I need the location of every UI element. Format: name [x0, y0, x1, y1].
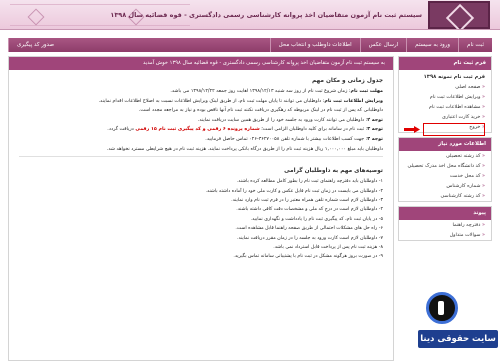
registration-box: فرم ثبت نام فرم ثبت نام نمونه ۱۳۹۸ صفحه …	[398, 56, 492, 136]
watermark-text: سایت حقوقی دینا	[418, 330, 498, 348]
list-item: ۲- داوطلبان می بایست در زمان ثبت نام فای…	[205, 188, 383, 194]
nav-applicant-info[interactable]: اطلاعات داوطلب و انتخاب محل	[269, 38, 360, 52]
required-info-box: اطلاعات مورد نیاز کد رشته تحصیلی کد دانش…	[398, 137, 492, 202]
sidebar-link-view-registration[interactable]: مشاهده اطلاعات ثبت نام	[399, 102, 491, 112]
required-info-box-title: اطلاعات مورد نیاز	[399, 138, 491, 151]
sidebar-link-buy-credit-card[interactable]: خرید کارت اعتباری	[399, 112, 491, 122]
sidebar-link-edit-registration[interactable]: ویرایش اطلاعات ثبت نام	[399, 92, 491, 102]
sidebar-link-field-code[interactable]: کد رشته تحصیلی	[399, 151, 491, 161]
list-item: ۸- هزینه ثبت نام پس از پرداخت قابل استرد…	[273, 245, 383, 250]
highlight-box	[423, 123, 485, 136]
registration-box-title: فرم ثبت نام	[399, 57, 491, 70]
note-3-text: : ثبت نام در سامانه برای کلیه داوطلبان ا…	[261, 127, 368, 133]
red-arrow-icon	[404, 126, 420, 133]
watermark-logo: سایت حقوقی دینا	[418, 292, 498, 362]
site-logo[interactable]	[428, 1, 490, 29]
list-item: ۴- داوطلبان لازم است در درج کد ملی و مشخ…	[236, 207, 383, 213]
welcome-banner: به سیستم ثبت نام آزمون متقاضیان اخذ پروا…	[9, 57, 393, 70]
note-2: توجه ۲: داوطلبان می توانند کارت ورود به …	[9, 117, 393, 125]
watermark-icon	[426, 292, 458, 324]
nav-login[interactable]: ورود به سیستم	[406, 38, 458, 52]
note-2-text: : داوطلبان می توانند کارت ورود به جلسه خ…	[197, 117, 368, 123]
edit-info-label: ویرایش اطلاعات ثبت نام	[324, 98, 383, 104]
site-title: سیستم ثبت نام آزمون متقاضیان اخذ پروانه …	[110, 11, 422, 19]
links-box-title: پیوند	[399, 207, 491, 220]
top-navbar: ثبت نام ورود به سیستم ارسال عکس اطلاعات …	[8, 38, 492, 52]
nav-upload-photo[interactable]: ارسال عکس	[359, 38, 407, 52]
note-3-tail: دریافت گردد.	[107, 127, 134, 133]
notes-title: توصیه‌های مهم به داوطلبان گرامی	[284, 168, 383, 175]
note-2-label: توجه ۲	[367, 117, 383, 123]
main-content: به سیستم ثبت نام آزمون متقاضیان اخذ پروا…	[8, 56, 394, 361]
note-4-text: : جهت کسب اطلاعات بیشتر با شماره تلفن ۳۶…	[205, 136, 368, 142]
list-item: ۳- داوطلبان لازم است شماره تلفن همراه مع…	[231, 197, 383, 203]
sidebar-link-expert-number[interactable]: شماره کارشناس	[399, 181, 491, 191]
list-item: ۶- راه حل های مشکلات احتمالی از طریق صفح…	[235, 226, 383, 232]
list-item: ۱- داوطلبان باید دفترچه راهنمای ثبت نام …	[236, 179, 383, 185]
nav-register[interactable]: ثبت نام	[458, 38, 492, 52]
registration-deadline-text: : زمان شروع ثبت نام از روز سه شنبه ۱۳۹۸/…	[170, 89, 351, 94]
registration-box-subtitle: فرم ثبت نام نمونه ۱۳۹۸	[423, 74, 485, 80]
registration-deadline-label: مهلت ثبت نام	[350, 89, 383, 94]
sidebar-link-university-code[interactable]: کد دانشگاه محل اخذ مدرک تحصیلی	[399, 161, 491, 171]
sidebar-link-faq[interactable]: سوالات متداول	[399, 230, 491, 240]
note-3-highlight: شماره پرونده ۶ رقمی و کد پیگیری ثبت نام …	[135, 127, 260, 133]
note-3-label: توجه ۳	[367, 127, 383, 133]
sidebar-link-service-code[interactable]: کد محل خدمت	[399, 171, 491, 181]
schedule-title: جدول زمانی و مکان مهم	[311, 78, 383, 84]
list-item: ۵- در پایان ثبت نام، کد پیگیری ثبت نام ر…	[250, 216, 383, 222]
sidebar-link-guide[interactable]: دفترچه راهنما	[399, 220, 491, 230]
list-item: ۹- در صورت بروز هرگونه مشکل در ثبت نام ب…	[233, 254, 383, 260]
nav-tracking-code[interactable]: صدور کد پیگیری	[8, 38, 62, 52]
note-1: داوطلبانی که پس از ثبت نام در لینک مربوط…	[138, 108, 383, 114]
registration-deadline: مهلت ثبت نام: زمان شروع ثبت نام از روز س…	[9, 88, 393, 96]
fee-note: داوطلبان باید مبلغ ۱,۰۰۰,۰۰۰ ریال هزینه …	[106, 146, 383, 152]
list-item: ۷- داوطلبان لازم است کارت ورود به جلسه ر…	[237, 235, 383, 241]
note-4-label: توجه ۴	[367, 136, 383, 142]
note-4: توجه ۴: جهت کسب اطلاعات بیشتر با شماره ت…	[9, 136, 393, 144]
edit-info-text: : داوطلبان می توانند تا پایان مهلت ثبت ن…	[98, 98, 325, 104]
links-box: پیوند دفترچه راهنما سوالات متداول	[398, 206, 492, 241]
edit-info-note: ویرایش اطلاعات ثبت نام: داوطلبان می توان…	[9, 98, 393, 106]
sidebar-link-expert-field-code[interactable]: کد رشته کارشناسی	[399, 191, 491, 201]
site-header: سیستم ثبت نام آزمون متقاضیان اخذ پروانه …	[0, 0, 500, 30]
sidebar-link-home[interactable]: صفحه اصلی	[399, 82, 491, 92]
divider	[19, 156, 383, 158]
note-3: توجه ۳: ثبت نام در سامانه برای کلیه داوط…	[9, 126, 393, 134]
